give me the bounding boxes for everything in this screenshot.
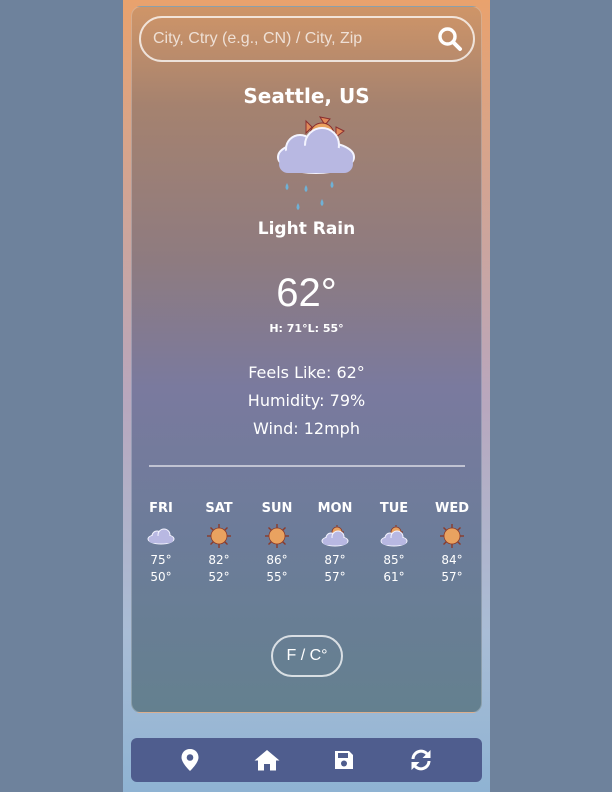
forecast-day: SAT 82° 52° [194, 501, 244, 587]
feels-like: Feels Like: 62° [248, 363, 365, 382]
wind: Wind: 12mph [253, 419, 360, 438]
humidity: Humidity: 79% [247, 391, 366, 410]
forecast-day-name: MON [317, 501, 353, 516]
forecast-low: 61° [383, 570, 405, 584]
search-icon[interactable] [435, 24, 465, 54]
forecast-low: 50° [150, 570, 172, 584]
forecast-day: MON 87° 57° [310, 501, 360, 587]
forecast-day-name: FRI [149, 501, 173, 516]
forecast-high: 87° [324, 553, 346, 567]
forecast-high: 86° [266, 553, 288, 567]
forecast-low: 55° [266, 570, 288, 584]
high-low-temperature: H: 71°L: 55° [269, 322, 344, 335]
city-name: Seattle, US [243, 84, 370, 108]
cloud-icon [136, 519, 186, 553]
forecast-high: 85° [383, 553, 405, 567]
forecast-day-name: WED [434, 501, 469, 516]
forecast-day: FRI 75° 50° [136, 501, 186, 587]
search-input[interactable] [153, 30, 435, 48]
search-bar [139, 16, 475, 62]
cloud-sun-rain-icon [270, 115, 360, 221]
partly-cloudy-icon [369, 519, 419, 553]
location-pin-icon[interactable] [175, 745, 205, 775]
forecast-row: FRI 75° 50° SAT 82° 52° SUN 86° 55° MON … [132, 501, 481, 601]
forecast-high: 84° [441, 553, 463, 567]
sun-icon [427, 519, 477, 553]
partly-cloudy-icon [310, 519, 360, 553]
bottom-nav [131, 738, 482, 782]
current-temperature: 62° [276, 271, 337, 315]
forecast-low: 57° [441, 570, 463, 584]
forecast-day-name: TUE [379, 501, 409, 516]
forecast-day: SUN 86° 55° [252, 501, 302, 587]
sun-icon [194, 519, 244, 553]
refresh-icon[interactable] [406, 745, 436, 775]
forecast-day: WED 84° 57° [427, 501, 477, 587]
forecast-low: 57° [324, 570, 346, 584]
forecast-high: 82° [208, 553, 230, 567]
forecast-low: 52° [208, 570, 230, 584]
unit-toggle-button[interactable]: F / C° [271, 635, 343, 677]
app-frame: Seattle, US [123, 0, 490, 792]
weather-condition: Light Rain [257, 219, 356, 239]
forecast-day-name: SAT [205, 501, 233, 516]
forecast-high: 75° [150, 553, 172, 567]
divider [149, 465, 465, 467]
weather-card: Seattle, US [131, 6, 482, 713]
forecast-day: TUE 85° 61° [369, 501, 419, 587]
sun-icon [252, 519, 302, 553]
forecast-day-name: SUN [261, 501, 293, 516]
save-icon[interactable] [329, 745, 359, 775]
home-icon[interactable] [252, 745, 282, 775]
